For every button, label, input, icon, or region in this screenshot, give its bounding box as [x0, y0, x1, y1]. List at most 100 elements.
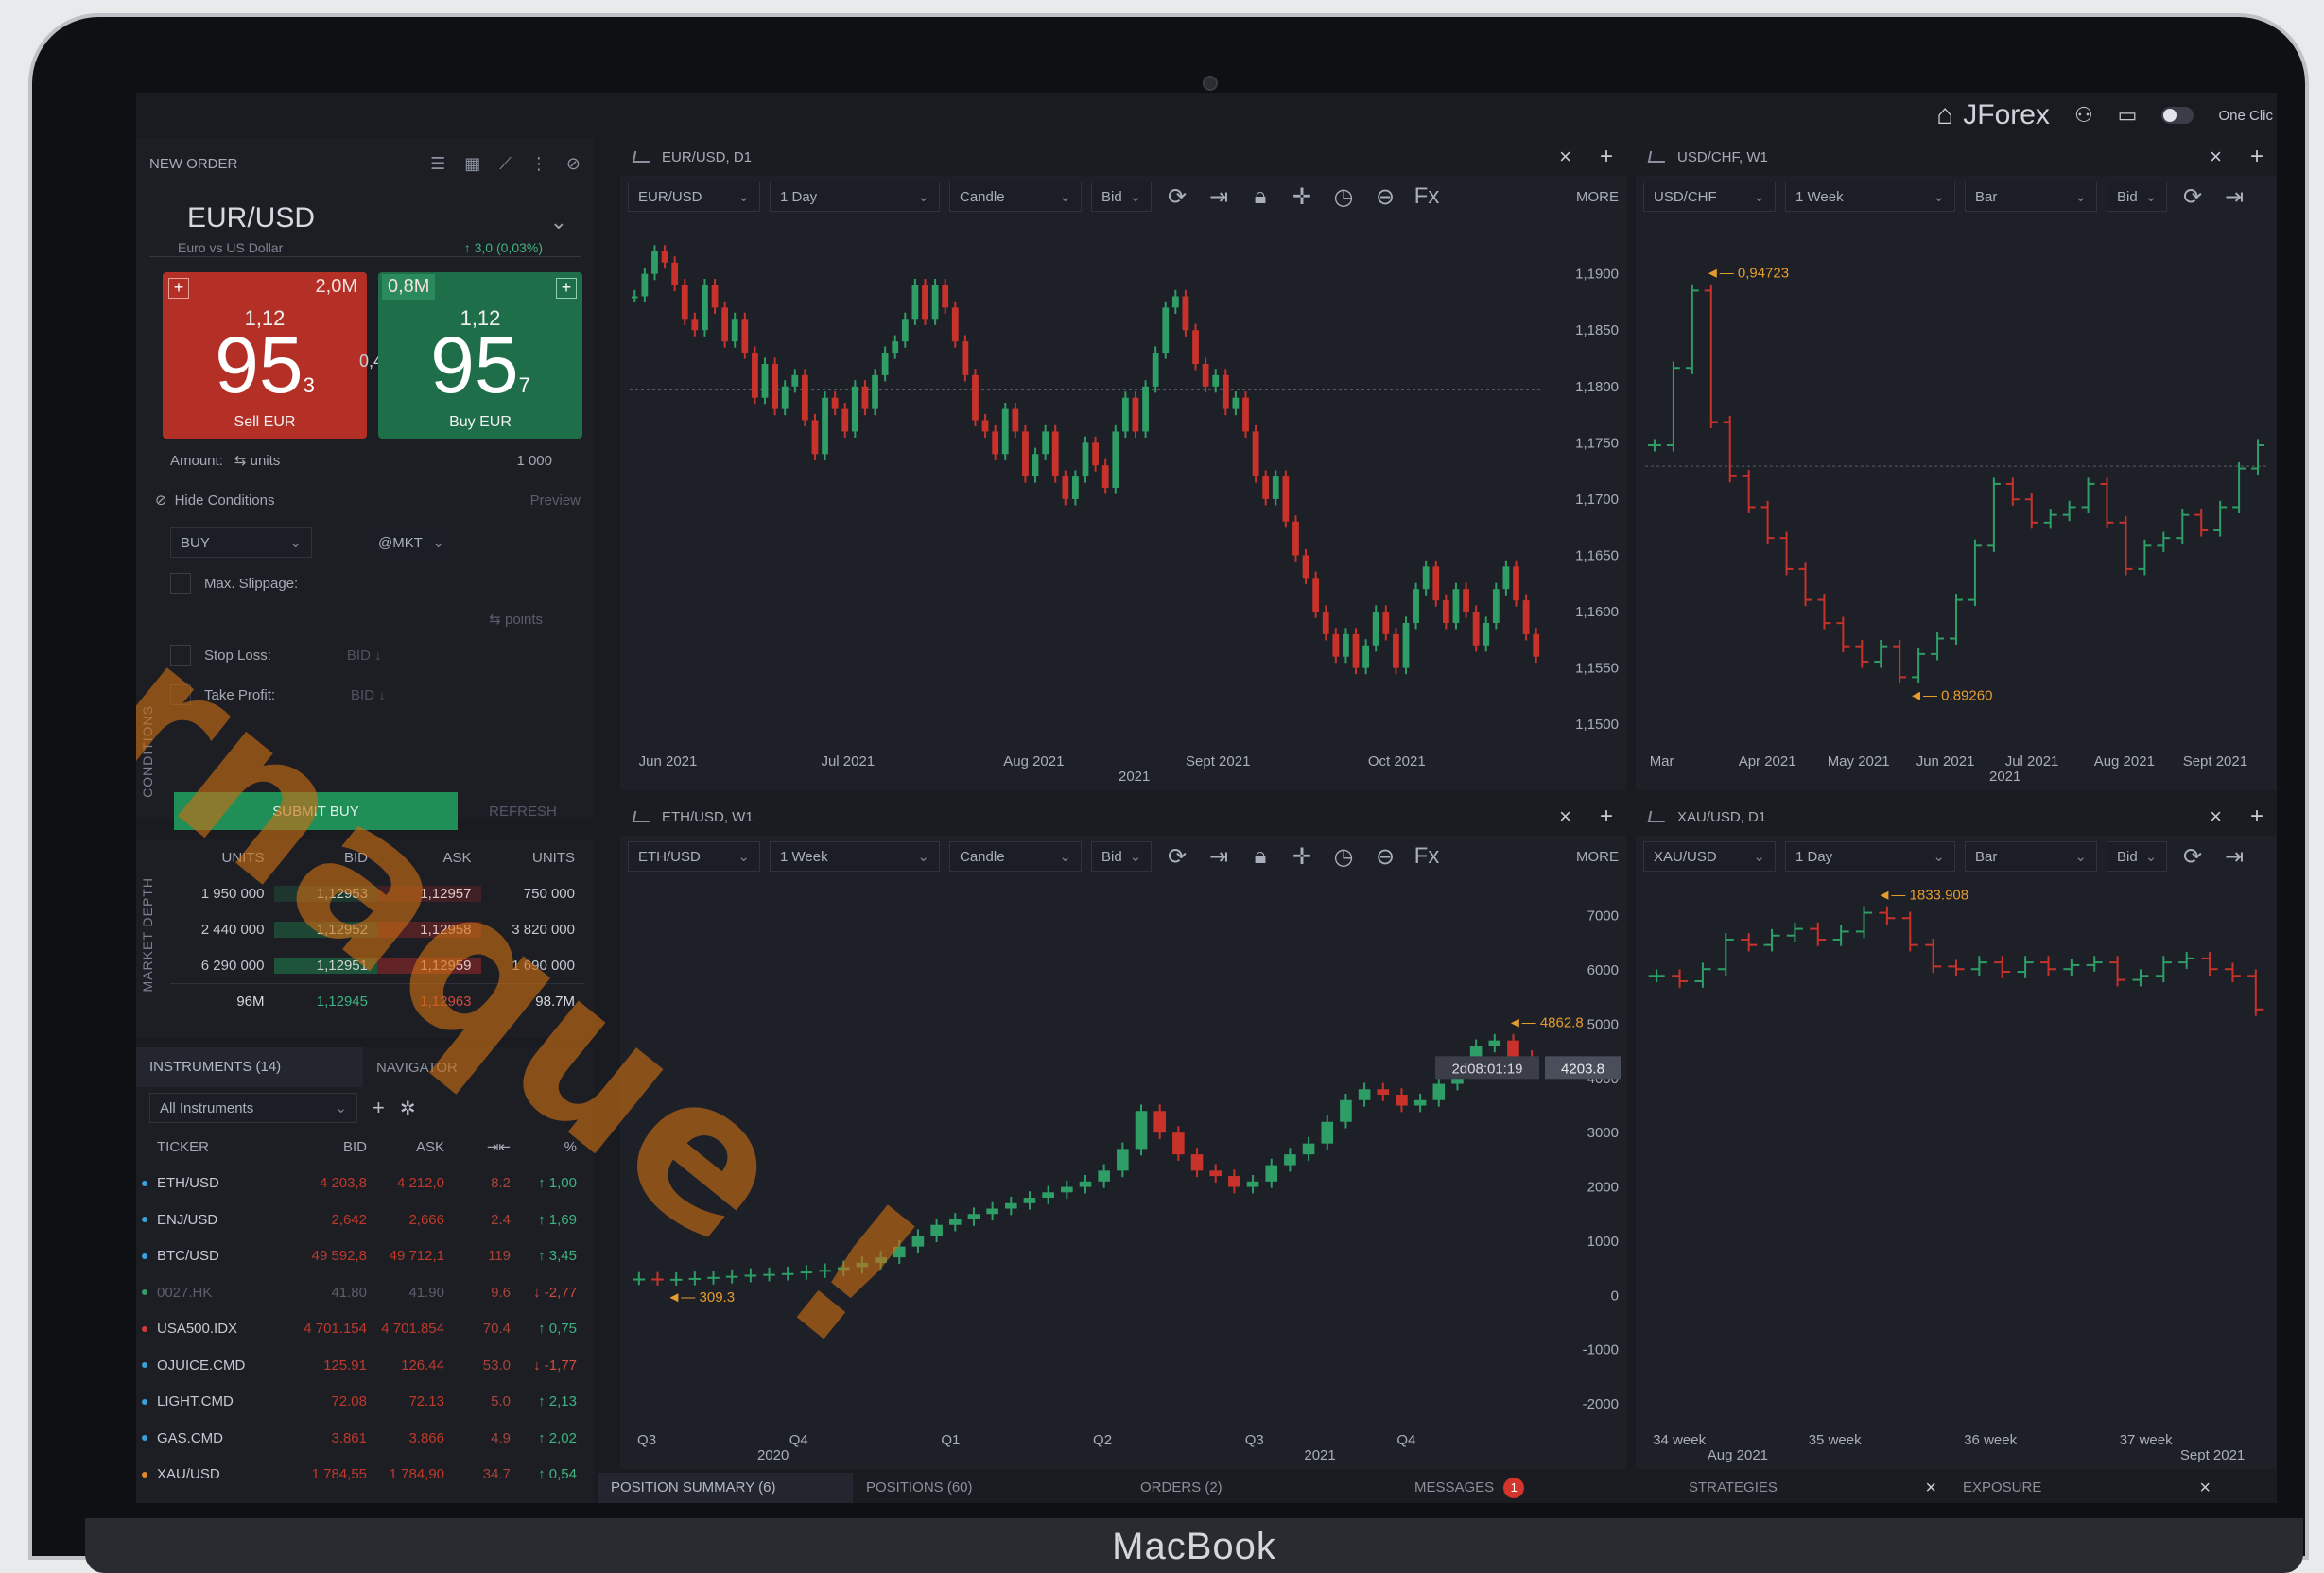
shift-right-icon[interactable]: ⇥	[1203, 181, 1235, 213]
more-button[interactable]: MORE	[1576, 849, 1619, 865]
instrument-row[interactable]: OJUICE.CMD125.91126.4453.0↓ -1,77	[136, 1347, 594, 1384]
instrument-row[interactable]: ENJ/USD2,6422,6662.4↑ 1,69	[136, 1201, 594, 1238]
add-tab-icon[interactable]: +	[1600, 804, 1613, 830]
instrument-row[interactable]: ETH/USD4 203,84 212,08.2↑ 1,00	[136, 1166, 594, 1202]
depth-row[interactable]: 1 950 0001,129531,12957750 000	[170, 875, 584, 911]
instruments-header-cell[interactable]: ⇥⇤	[444, 1138, 511, 1155]
instrument-select[interactable]: EUR/USD	[628, 182, 760, 212]
refresh-icon[interactable]: ⟳	[1161, 181, 1193, 213]
indicator-fx-icon[interactable]: Fx	[1411, 181, 1443, 213]
add-tab-icon[interactable]: +	[1600, 144, 1613, 170]
buy-button[interactable]: + 0,8M 1,12 957 Buy EUR	[378, 272, 582, 439]
lock-icon[interactable]: 🔒︎	[1244, 181, 1276, 213]
chart-tab[interactable]: ETH/USD, W1×+	[620, 798, 1626, 836]
depth-row[interactable]: 2 440 0001,129521,129583 820 000	[170, 911, 584, 947]
close-icon[interactable]: ×	[1925, 1473, 1936, 1503]
side-select[interactable]: BUY	[170, 527, 312, 558]
crosshair-icon[interactable]: ✛	[1286, 840, 1318, 873]
tab-navigator[interactable]: NAVIGATOR	[363, 1060, 471, 1076]
hide-conditions-link[interactable]: Hide Conditions	[175, 493, 275, 509]
shift-right-icon[interactable]: ⇥	[2218, 840, 2250, 873]
slippage-checkbox[interactable]	[170, 573, 191, 594]
stop-loss-bid[interactable]: BID ↓	[347, 648, 382, 664]
close-icon[interactable]: ×	[2210, 145, 2222, 169]
instrument-select[interactable]: ETH/USD	[628, 841, 760, 872]
lock-icon[interactable]: 🔒︎	[1244, 840, 1276, 873]
close-icon[interactable]: ×	[1559, 804, 1571, 829]
home-icon[interactable]: ⌂	[1936, 99, 1953, 131]
settings-icon[interactable]: ✲	[400, 1097, 416, 1120]
chart-type-select[interactable]: Bar	[1965, 182, 2097, 212]
instrument-selector[interactable]: EUR/USD Euro vs US Dollar ↑ 3,0 (0,03%) …	[149, 191, 581, 257]
stop-loss-checkbox[interactable]	[170, 645, 191, 666]
bottom-tab[interactable]: STRATEGIES×	[1675, 1473, 1950, 1503]
instruments-header-cell[interactable]: ASK	[367, 1139, 444, 1155]
period-select[interactable]: 1 Week	[770, 841, 940, 872]
crosshair-icon[interactable]: ✛	[1286, 181, 1318, 213]
one-click-toggle[interactable]	[2161, 107, 2194, 124]
more-button[interactable]: MORE	[1576, 189, 1619, 205]
price-side-select[interactable]: Bid	[2107, 841, 2167, 872]
instrument-row[interactable]: USD/JPY113,51113,510.5↑ 0,04	[136, 1493, 594, 1503]
preview-link[interactable]: Preview	[530, 493, 581, 509]
instrument-row[interactable]: XAU/USD1 784,551 784,9034.7↑ 0,54	[136, 1457, 594, 1494]
chart-type-select[interactable]: Bar	[1965, 841, 2097, 872]
instrument-row[interactable]: BTC/USD49 592,849 712,1119↑ 3,45	[136, 1238, 594, 1275]
instrument-row[interactable]: LIGHT.CMD72.0872.135.0↑ 2,13	[136, 1384, 594, 1421]
bottom-tab[interactable]: POSITION SUMMARY (6)	[598, 1473, 853, 1503]
submit-buy-button[interactable]: SUBMIT BUY	[174, 792, 458, 830]
instrument-row[interactable]: 0027.HK41.8041.909.6↓ -2,77	[136, 1274, 594, 1311]
user-icon[interactable]: ⚇	[2074, 103, 2093, 128]
hide-icon[interactable]: ⊘	[566, 154, 581, 174]
refresh-button[interactable]: REFRESH	[471, 792, 575, 830]
price-side-select[interactable]: Bid	[1091, 182, 1152, 212]
instruments-header-cell[interactable]: BID	[289, 1139, 367, 1155]
price-side-select[interactable]: Bid	[2107, 182, 2167, 212]
shift-right-icon[interactable]: ⇥	[1203, 840, 1235, 873]
chart-icon[interactable]: ⟋	[499, 154, 512, 174]
filter-icon[interactable]: ☰	[430, 154, 445, 174]
chart-tab[interactable]: XAU/USD, D1×+	[1636, 798, 2277, 836]
price-side-select[interactable]: Bid	[1091, 841, 1152, 872]
amount-input[interactable]: 1 000	[516, 453, 552, 469]
instruments-header-cell[interactable]: %	[511, 1139, 577, 1155]
chart-tab[interactable]: USD/CHF, W1×+	[1636, 138, 2277, 176]
period-select[interactable]: 1 Day	[770, 182, 940, 212]
bottom-tab[interactable]: MESSAGES1	[1401, 1473, 1675, 1503]
price-type-select[interactable]: @MKT	[369, 527, 454, 558]
chart-area[interactable]: MarApr 2021May 2021Jun 2021Jul 2021Aug 2…	[1636, 219, 2277, 790]
calculator-icon[interactable]: ▦	[464, 154, 480, 174]
amount-unit[interactable]: ⇆ units	[234, 452, 280, 469]
add-tab-icon[interactable]: +	[2250, 144, 2263, 170]
take-profit-checkbox[interactable]	[170, 684, 191, 705]
chart-type-select[interactable]: Candle	[949, 182, 1082, 212]
instruments-filter-select[interactable]: All Instruments	[149, 1093, 357, 1123]
instruments-header-cell[interactable]: TICKER	[157, 1139, 289, 1155]
refresh-icon[interactable]: ⟳	[2177, 840, 2209, 873]
refresh-icon[interactable]: ⟳	[2177, 181, 2209, 213]
indicator-fx-icon[interactable]: Fx	[1411, 840, 1443, 873]
bottom-tab[interactable]: POSITIONS (60)	[853, 1473, 1127, 1503]
take-profit-bid[interactable]: BID ↓	[351, 687, 386, 703]
instrument-select[interactable]: XAU/USD	[1643, 841, 1776, 872]
close-icon[interactable]: ×	[2210, 804, 2222, 829]
zoom-icon[interactable]: ⊖	[1369, 840, 1401, 873]
period-select[interactable]: 1 Week	[1785, 182, 1955, 212]
chart-area[interactable]: 1,19001,18501,18001,17501,17001,16501,16…	[620, 219, 1626, 790]
points-unit[interactable]: ⇆ points	[489, 611, 543, 628]
plus-icon[interactable]: +	[556, 278, 577, 299]
close-icon[interactable]: ×	[2199, 1473, 2211, 1503]
sell-button[interactable]: + 2,0M 1,12 953 Sell EUR	[163, 272, 367, 439]
chat-icon[interactable]: ▭	[2118, 103, 2138, 128]
chevron-down-icon[interactable]: ⌄	[550, 210, 567, 234]
period-select[interactable]: 1 Day	[1785, 841, 1955, 872]
add-icon[interactable]: +	[373, 1096, 385, 1120]
chart-area[interactable]: 34 week35 week36 week37 weekAug 2021Sept…	[1636, 879, 2277, 1469]
clock-icon[interactable]: ◷	[1327, 840, 1360, 873]
bottom-tab[interactable]: EXPOSURE×	[1950, 1473, 2224, 1503]
instrument-select[interactable]: USD/CHF	[1643, 182, 1776, 212]
chart-area[interactable]: 70006000500040003000200010000-1000-2000Q…	[620, 879, 1626, 1469]
zoom-icon[interactable]: ⊖	[1369, 181, 1401, 213]
depth-row[interactable]: 6 290 0001,129511,129591 690 000	[170, 947, 584, 983]
tab-instruments[interactable]: INSTRUMENTS (14)	[136, 1047, 363, 1087]
